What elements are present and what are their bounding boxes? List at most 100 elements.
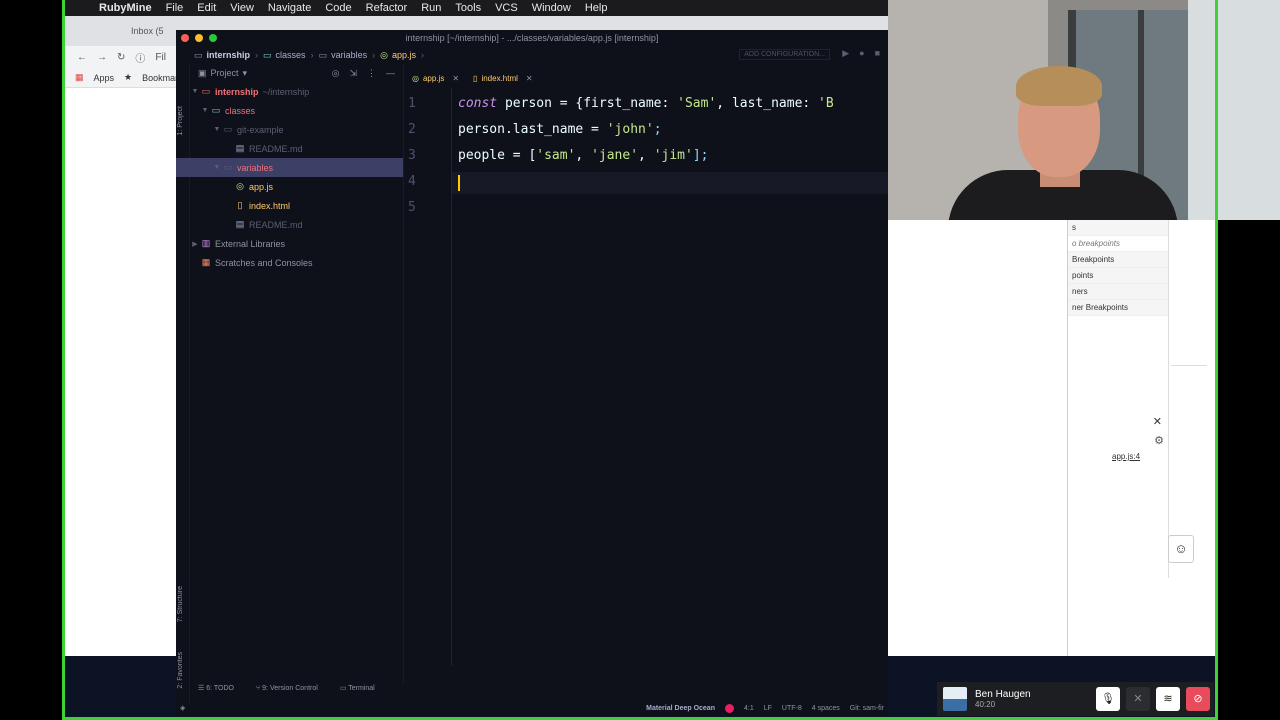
menu-code[interactable]: Code (318, 2, 358, 14)
tree-item-scratches[interactable]: ▦ Scratches and Consoles (190, 253, 403, 272)
window-title: internship [~/internship] - .../classes/… (176, 30, 888, 46)
info-icon: ⓘ (135, 53, 146, 65)
tree-item-index-html[interactable]: ▯ index.html (190, 196, 403, 215)
browser-tab[interactable]: Inbox (5 (121, 26, 174, 36)
chevron-right-icon: › (255, 50, 259, 60)
folder-icon: ▭ (318, 49, 328, 60)
reload-icon[interactable]: ↻ (117, 52, 125, 63)
git-branch[interactable]: Git: sam-fir (850, 705, 884, 712)
bookmark-apps[interactable]: Apps (94, 73, 115, 83)
code-line[interactable]: person.last_name = 'john'; (458, 122, 662, 137)
cursor-position[interactable]: 4:1 (744, 705, 754, 712)
locate-icon[interactable]: ◎ (332, 68, 340, 79)
file-encoding[interactable]: UTF-8 (782, 705, 802, 712)
letterbox-left (0, 0, 62, 720)
menu-window[interactable]: Window (525, 2, 578, 14)
menu-file[interactable]: File (159, 2, 191, 14)
favorites-tool-tab[interactable]: 2: Favorites (177, 652, 184, 689)
minimize-window-button[interactable] (195, 34, 203, 42)
close-icon[interactable]: ✕ (526, 74, 533, 83)
apps-icon[interactable]: ▦ (75, 72, 84, 83)
code-editor[interactable]: 1 2 3 4 5 const person = {first_name: 'S… (404, 88, 888, 666)
stop-share-icon[interactable]: ⊘ (1186, 687, 1210, 711)
video-off-icon[interactable]: ✕ (1126, 687, 1150, 711)
tree-item-variables[interactable]: ▼ ▭ variables (176, 158, 403, 177)
tree-item-readme[interactable]: ▤ README.md (190, 215, 403, 234)
line-separator[interactable]: LF (764, 705, 772, 712)
devtools-row[interactable]: ners (1068, 284, 1168, 300)
devtools-row[interactable]: ner Breakpoints (1068, 300, 1168, 316)
tree-item-app-js[interactable]: ◎ app.js (190, 177, 403, 196)
menu-help[interactable]: Help (578, 2, 615, 14)
theme-indicator[interactable]: Material Deep Ocean (646, 705, 715, 712)
forward-icon[interactable]: → (97, 52, 107, 63)
menu-run[interactable]: Run (414, 2, 448, 14)
tab-index-html[interactable]: ▯ index.html ✕ (473, 74, 533, 83)
tree-item-external-libraries[interactable]: ▶ ▥ External Libraries (190, 234, 403, 253)
chevron-down-icon[interactable]: ▼ (212, 164, 222, 171)
devtools-row[interactable]: points (1068, 268, 1168, 284)
chevron-down-icon[interactable]: ▼ (200, 107, 210, 114)
layers-icon[interactable]: ◈ (180, 704, 185, 712)
menu-tools[interactable]: Tools (448, 2, 488, 14)
run-toolbar: ▶ ● ■ (842, 48, 880, 59)
chevron-down-icon[interactable]: ▼ (190, 88, 200, 95)
markdown-file-icon: ▤ (235, 219, 245, 229)
stop-icon[interactable]: ■ (875, 48, 880, 59)
more-icon[interactable]: ⋮ (367, 68, 376, 79)
project-view-selector[interactable]: Project (211, 68, 239, 78)
source-link[interactable]: app.js:4 (1112, 452, 1140, 461)
emoji-icon[interactable]: ☺ (1168, 535, 1194, 563)
zoom-window-button[interactable] (209, 34, 217, 42)
menu-view[interactable]: View (223, 2, 261, 14)
participant-info: Ben Haugen 40:20 (975, 689, 1031, 709)
hide-icon[interactable]: — (386, 68, 395, 79)
menu-edit[interactable]: Edit (190, 2, 223, 14)
todo-tool-tab[interactable]: ☰ 6: TODO (198, 684, 234, 692)
line-number: 1 (408, 96, 416, 111)
devtools-row[interactable]: Breakpoints (1068, 252, 1168, 268)
back-icon[interactable]: ← (77, 52, 87, 63)
version-control-tool-tab[interactable]: ⑂ 9: Version Control (256, 685, 318, 692)
add-configuration-button[interactable]: ADD CONFIGURATION... (739, 49, 830, 60)
gear-icon[interactable]: ⚙ (1154, 434, 1164, 447)
tree-item-internship[interactable]: ▼ ▭ internship ~/internship (190, 82, 403, 101)
structure-tool-tab[interactable]: 7: Structure (177, 586, 184, 622)
terminal-tool-tab[interactable]: ▭ Terminal (340, 684, 375, 692)
browser-sidepanel (1168, 220, 1208, 578)
breadcrumb-item[interactable]: ▭ internship (194, 50, 250, 61)
current-line-highlight (452, 172, 888, 194)
terminal-icon: ▭ (339, 685, 349, 692)
close-icon[interactable]: ✕ (1153, 415, 1162, 428)
bookmark-other[interactable]: Bookmarl (142, 73, 180, 83)
run-icon[interactable]: ▶ (842, 48, 849, 59)
tree-item-readme[interactable]: ▤ README.md (190, 139, 403, 158)
debug-icon[interactable]: ● (859, 48, 864, 59)
indent-setting[interactable]: 4 spaces (812, 705, 840, 712)
folder-icon: ▭ (201, 86, 211, 96)
project-tool-tab[interactable]: 1: Project (177, 106, 184, 136)
line-number: 5 (408, 200, 416, 215)
close-icon[interactable]: ✕ (452, 74, 459, 83)
breadcrumb-item[interactable]: ◎ app.js (380, 50, 416, 61)
chevron-down-icon[interactable]: ▼ (212, 126, 222, 133)
code-line[interactable]: const person = {first_name: 'Sam', last_… (458, 96, 834, 111)
microphone-icon[interactable]: 🎙 (1096, 687, 1120, 711)
breadcrumb-item[interactable]: ▭ classes (263, 50, 306, 61)
screen-share-icon[interactable]: ≋ (1156, 687, 1180, 711)
menu-app-name[interactable]: RubyMine (93, 2, 159, 14)
chevron-right-icon[interactable]: ▶ (190, 240, 200, 248)
code-line[interactable]: people = ['sam', 'jane', 'jim']; (458, 148, 709, 163)
address-bar[interactable]: Fil (155, 52, 166, 63)
line-gutter: 1 2 3 4 5 (404, 88, 452, 666)
tab-app-js[interactable]: ◎ app.js ✕ (412, 74, 459, 83)
menu-navigate[interactable]: Navigate (261, 2, 318, 14)
chevron-down-icon[interactable]: ▾ (243, 68, 248, 79)
tree-item-git-example[interactable]: ▼ ▭ git-example (190, 120, 403, 139)
close-window-button[interactable] (181, 34, 189, 42)
collapse-icon[interactable]: ⇲ (349, 68, 357, 79)
menu-vcs[interactable]: VCS (488, 2, 525, 14)
menu-refactor[interactable]: Refactor (359, 2, 415, 14)
tree-item-classes[interactable]: ▼ ▭ classes (190, 101, 403, 120)
breadcrumb-item[interactable]: ▭ variables (319, 50, 368, 61)
